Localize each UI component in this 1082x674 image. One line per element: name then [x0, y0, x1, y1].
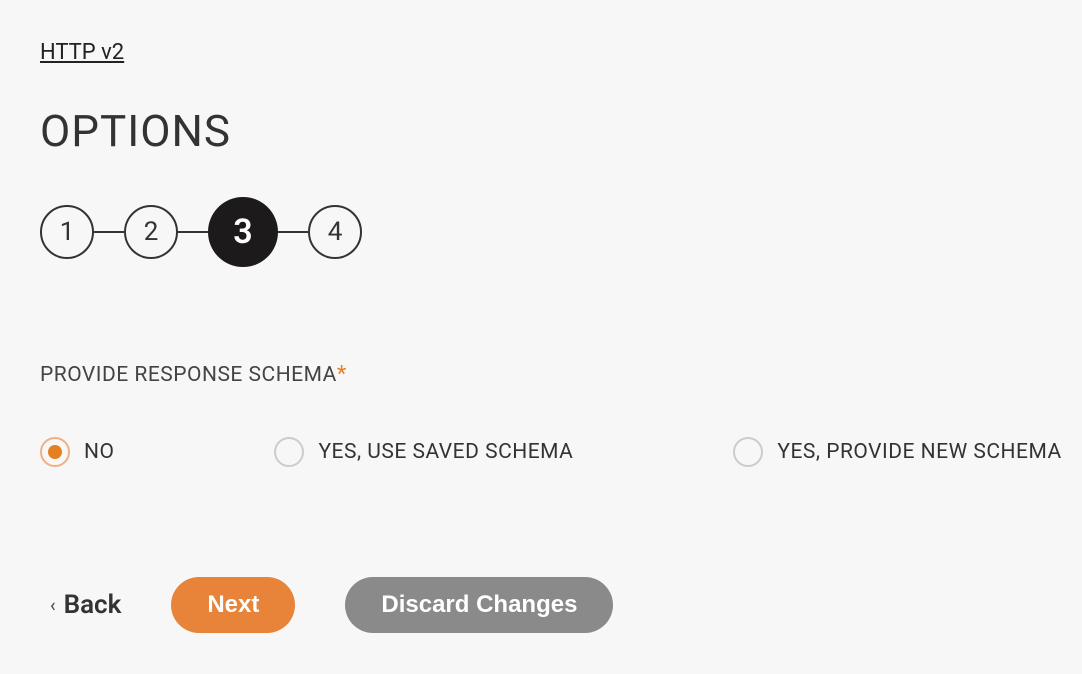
radio-option-no[interactable]: NO — [40, 437, 114, 467]
step-1[interactable]: 1 — [40, 205, 94, 259]
form-label: PROVIDE RESPONSE SCHEMA* — [40, 362, 1042, 387]
back-label: Back — [64, 590, 122, 620]
required-indicator: * — [337, 362, 347, 387]
step-4[interactable]: 4 — [308, 205, 362, 259]
radio-dot — [48, 445, 62, 459]
back-button[interactable]: ‹ Back — [50, 590, 121, 620]
breadcrumb-link[interactable]: HTTP v2 — [40, 40, 124, 65]
step-connector — [278, 231, 308, 233]
radio-label: YES, PROVIDE NEW SCHEMA — [777, 440, 1061, 464]
step-connector — [94, 231, 124, 233]
radio-circle — [274, 437, 304, 467]
step-2[interactable]: 2 — [124, 205, 178, 259]
radio-option-saved-schema[interactable]: YES, USE SAVED SCHEMA — [274, 437, 573, 467]
form-label-text: PROVIDE RESPONSE SCHEMA — [40, 363, 337, 387]
radio-option-new-schema[interactable]: YES, PROVIDE NEW SCHEMA — [733, 437, 1061, 467]
button-row: ‹ Back Next Discard Changes — [50, 577, 1042, 633]
radio-circle — [40, 437, 70, 467]
page-title: OPTIONS — [40, 105, 1042, 157]
chevron-left-icon: ‹ — [50, 595, 56, 616]
step-connector — [178, 231, 208, 233]
radio-group: NO YES, USE SAVED SCHEMA YES, PROVIDE NE… — [40, 437, 1042, 467]
stepper: 1 2 3 4 — [40, 197, 1042, 267]
discard-button[interactable]: Discard Changes — [345, 577, 613, 633]
radio-circle — [733, 437, 763, 467]
step-3[interactable]: 3 — [208, 197, 278, 267]
radio-label: YES, USE SAVED SCHEMA — [318, 440, 573, 464]
next-button[interactable]: Next — [171, 577, 295, 633]
radio-label: NO — [84, 440, 114, 464]
